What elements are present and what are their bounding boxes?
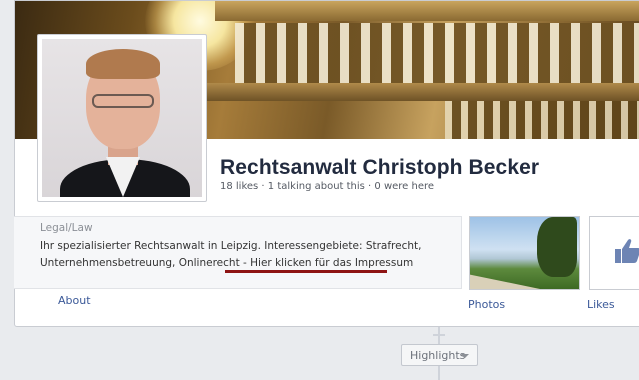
photos-thumbnail[interactable]: [469, 216, 580, 290]
cover-balusters: [235, 23, 639, 83]
impressum-underline: [225, 270, 387, 273]
thumbs-up-icon: [615, 239, 639, 263]
chevron-down-icon: [461, 354, 469, 358]
description-line-2-text: Unternehmensbetreuung, Onlinerecht: [40, 257, 240, 269]
highlights-dropdown[interactable]: Highlights: [401, 344, 478, 366]
cover-balusters-lower: [445, 101, 639, 139]
photo-hair: [86, 49, 160, 79]
photos-link[interactable]: Photos: [468, 298, 505, 311]
timeline-marker: [433, 334, 445, 336]
thumb-path: [470, 274, 540, 289]
likes-link[interactable]: Likes: [587, 298, 615, 311]
cover-railing: [215, 1, 639, 21]
page-description: Ihr spezialisierter Rechtsanwalt in Leip…: [40, 238, 455, 272]
photo-glasses: [92, 94, 154, 108]
profile-photo: [42, 39, 202, 197]
description-line-1: Ihr spezialisierter Rechtsanwalt in Leip…: [40, 240, 422, 252]
profile-picture[interactable]: [37, 34, 207, 202]
highlights-label: Highlights: [410, 349, 466, 362]
thumb-tree: [537, 217, 577, 277]
page-category: Legal/Law: [40, 222, 93, 234]
impressum-link[interactable]: - Hier klicken für das Impressum: [240, 257, 413, 269]
page-title[interactable]: Rechtsanwalt Christoph Becker: [220, 156, 539, 180]
about-link[interactable]: About: [58, 294, 91, 307]
cover-ledge: [205, 83, 639, 101]
page-stats: 18 likes · 1 talking about this · 0 were…: [220, 181, 435, 192]
